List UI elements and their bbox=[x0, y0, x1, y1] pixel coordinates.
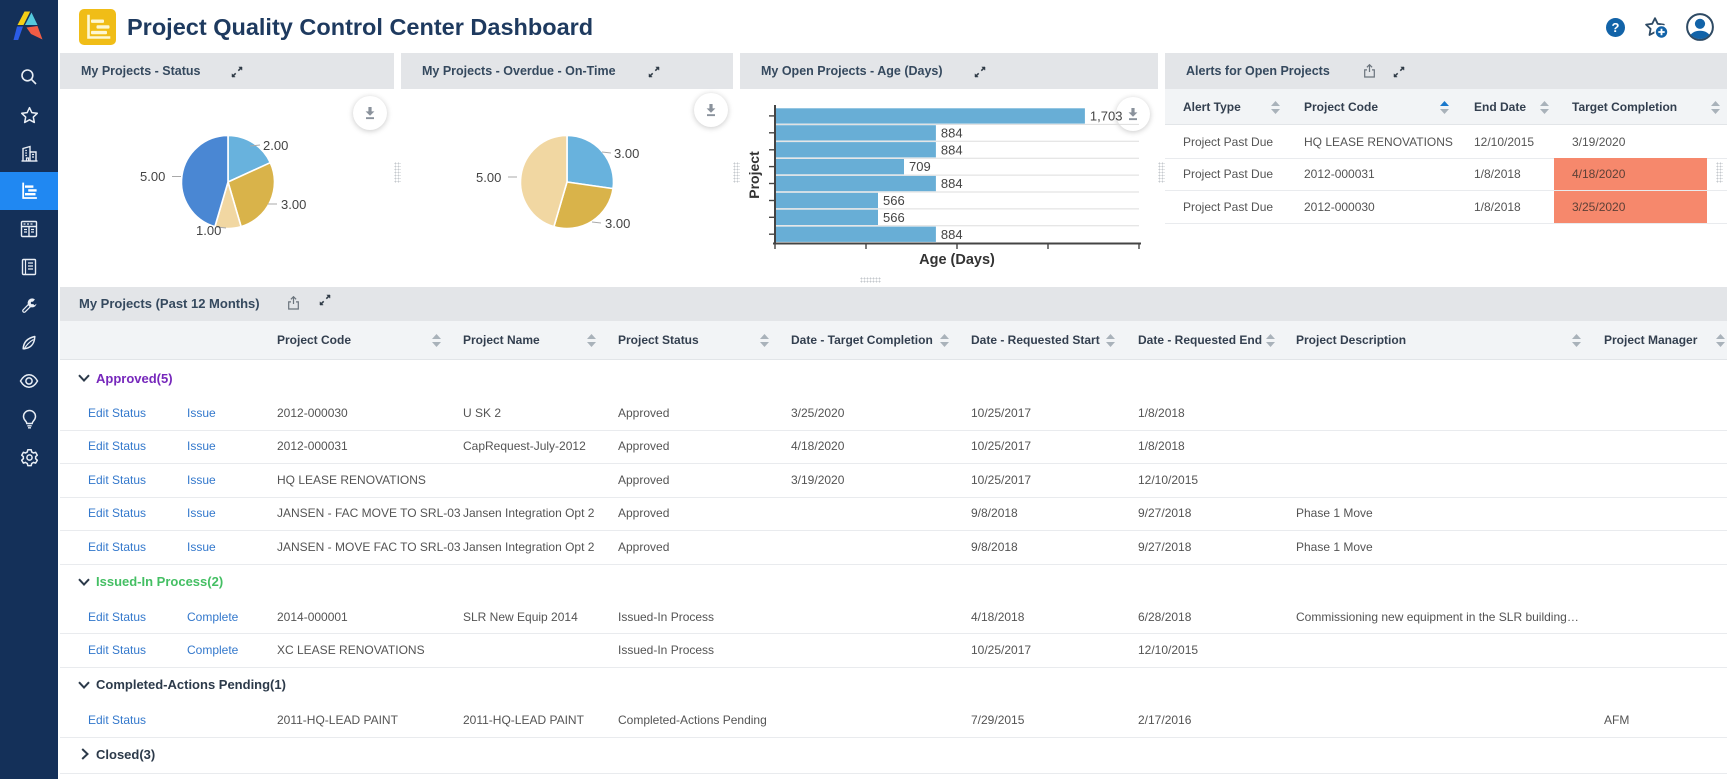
svg-text:?: ? bbox=[1612, 20, 1620, 35]
svg-text:884: 884 bbox=[941, 227, 963, 242]
svg-text:5.00: 5.00 bbox=[140, 169, 165, 184]
svg-text:3.00: 3.00 bbox=[614, 146, 639, 161]
svg-text:566: 566 bbox=[883, 210, 905, 225]
svg-text:Project: Project bbox=[746, 151, 762, 199]
svg-text:2.00: 2.00 bbox=[263, 138, 288, 153]
svg-text:566: 566 bbox=[883, 193, 905, 208]
svg-text:3.00: 3.00 bbox=[281, 197, 306, 212]
svg-text:884: 884 bbox=[941, 176, 963, 191]
svg-text:884: 884 bbox=[941, 125, 963, 140]
svg-text:3.00: 3.00 bbox=[605, 216, 630, 231]
svg-text:1,703: 1,703 bbox=[1090, 109, 1123, 124]
svg-text:1.00: 1.00 bbox=[196, 223, 221, 238]
svg-text:884: 884 bbox=[941, 142, 963, 157]
svg-text:709: 709 bbox=[909, 159, 931, 174]
svg-text:Age (Days): Age (Days) bbox=[919, 252, 995, 268]
svg-text:5.00: 5.00 bbox=[476, 170, 501, 185]
